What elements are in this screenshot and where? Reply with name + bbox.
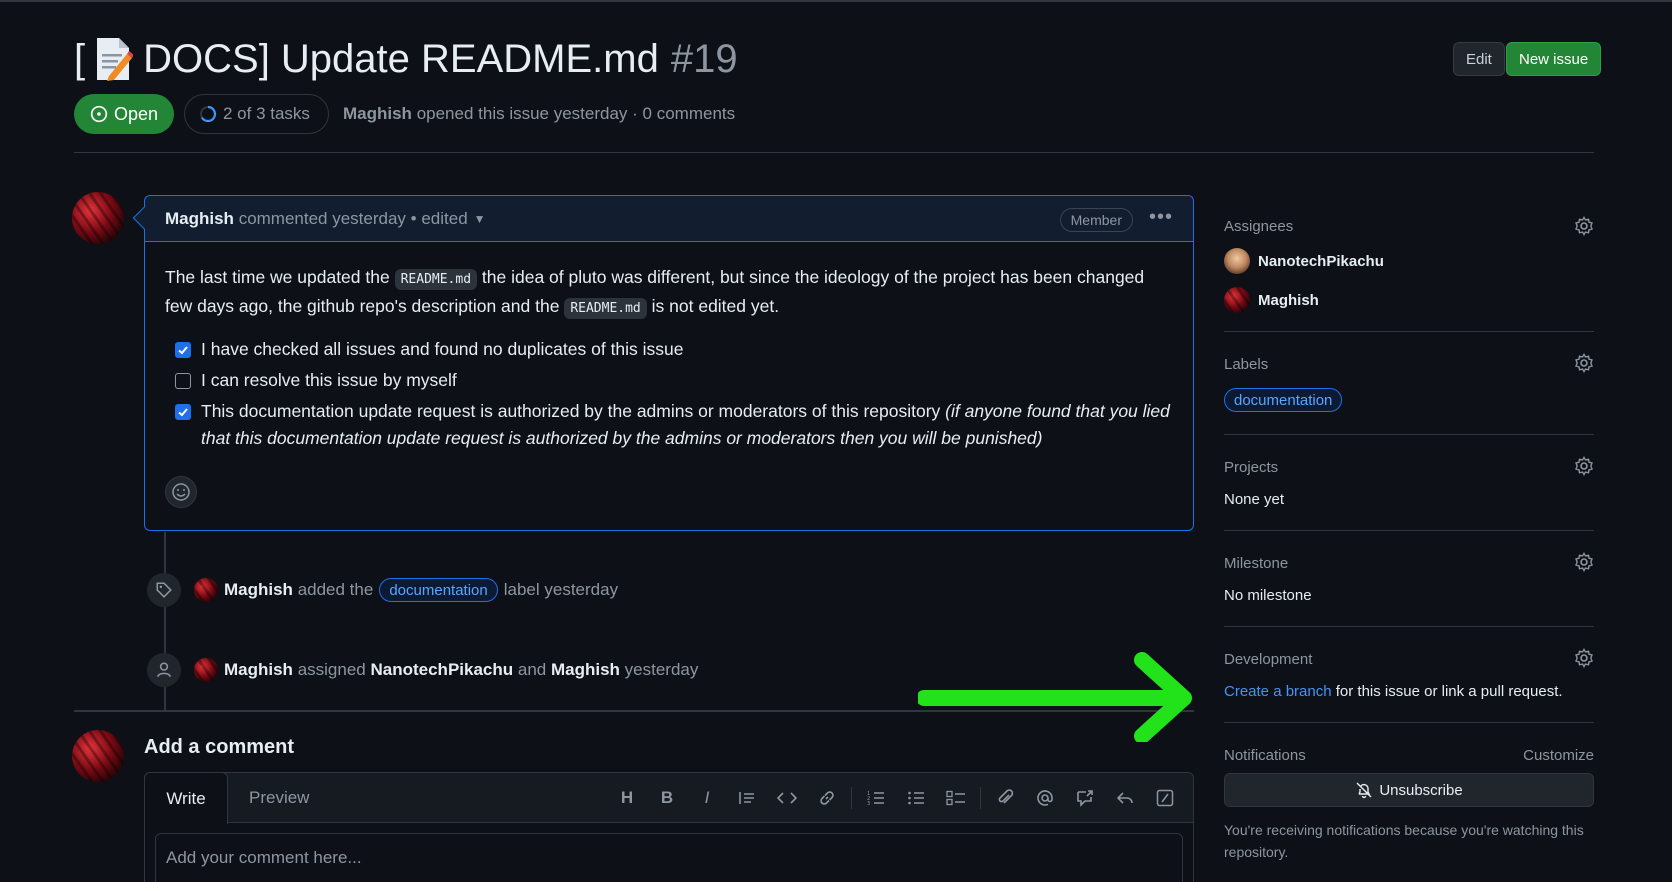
notifications-section: Notifications Customize Unsubscribe You'… (1224, 723, 1594, 882)
toolbar-divider (980, 787, 981, 809)
member-badge: Member (1059, 208, 1133, 232)
avatar (1224, 287, 1250, 313)
kebab-menu-icon[interactable]: ••• (1149, 206, 1173, 229)
reply-icon[interactable] (1105, 786, 1145, 810)
label-documentation[interactable]: documentation (1224, 388, 1343, 412)
milestone-value: No milestone (1224, 587, 1312, 604)
actor-link[interactable]: Maghish (224, 660, 293, 680)
development-section: Development Create a branch for this iss… (1224, 627, 1594, 723)
toolbar-divider (851, 787, 852, 809)
sidebar: Assignees NanotechPikachu Maghish Labels… (1224, 198, 1594, 882)
bell-slash-icon (1355, 781, 1373, 799)
labels-heading[interactable]: Labels (1224, 356, 1268, 373)
inline-code: README.md (394, 269, 478, 290)
projects-value: None yet (1224, 491, 1285, 508)
task-list: I have checked all issues and found no d… (165, 336, 1173, 452)
milestone-section: Milestone No milestone (1224, 531, 1594, 627)
memo-icon (93, 36, 134, 82)
assignee-link[interactable]: Maghish (551, 660, 620, 680)
unordered-list-icon[interactable] (896, 786, 936, 810)
avatar[interactable] (72, 730, 124, 782)
timeline-event-assigned: Maghish assigned NanotechPikachu and Mag… (224, 660, 699, 680)
ordered-list-icon[interactable]: 123 (856, 786, 896, 810)
progress-ring-icon (199, 105, 217, 123)
svg-text:3: 3 (867, 801, 870, 806)
assignee-item[interactable]: Maghish (1224, 287, 1319, 313)
label-documentation[interactable]: documentation (379, 578, 498, 602)
avatar[interactable] (72, 192, 124, 244)
add-reaction-icon[interactable] (165, 476, 197, 508)
task-item: This documentation update request is aut… (165, 398, 1173, 452)
task-checkbox-checked[interactable] (175, 342, 191, 358)
tasks-progress-badge[interactable]: 2 of 3 tasks (184, 94, 329, 134)
comment-author[interactable]: Maghish (165, 209, 234, 229)
annotation-arrow-icon (918, 650, 1198, 742)
header-divider (74, 152, 1594, 153)
code-icon[interactable] (767, 786, 807, 810)
task-item: I have checked all issues and found no d… (165, 336, 1173, 363)
development-text: Create a branch for this issue or link a… (1224, 683, 1563, 700)
quote-icon[interactable] (727, 786, 767, 810)
tab-write[interactable]: Write (144, 772, 228, 824)
new-issue-button[interactable]: New issue (1506, 42, 1602, 76)
gear-icon[interactable] (1574, 353, 1594, 373)
notifications-note: You're receiving notifications because y… (1224, 822, 1584, 860)
avatar[interactable] (194, 658, 218, 682)
projects-section: Projects None yet (1224, 435, 1594, 531)
avatar (1224, 248, 1250, 274)
timeline-event-labeled: Maghish added the documentation label ye… (224, 578, 618, 602)
actor-link[interactable]: Maghish (224, 580, 293, 600)
editor-tabs: Write Preview H B I 123 (144, 772, 1193, 824)
tag-icon (147, 573, 181, 607)
assignees-heading[interactable]: Assignees (1224, 218, 1293, 235)
tab-preview[interactable]: Preview (249, 773, 309, 823)
bold-icon[interactable]: B (647, 786, 687, 810)
avatar[interactable] (194, 578, 218, 602)
notifications-heading: Notifications (1224, 747, 1306, 764)
gear-icon[interactable] (1574, 456, 1594, 476)
customize-link[interactable]: Customize (1523, 747, 1594, 764)
edit-button[interactable]: Edit (1453, 42, 1505, 76)
gear-icon[interactable] (1574, 648, 1594, 668)
development-heading[interactable]: Development (1224, 651, 1312, 668)
issue-open-icon (90, 105, 108, 123)
person-icon (147, 653, 181, 687)
labels-section: Labels documentation (1224, 332, 1594, 435)
projects-heading[interactable]: Projects (1224, 459, 1278, 476)
assignee-item[interactable]: NanotechPikachu (1224, 248, 1384, 274)
comment-meta[interactable]: commented yesterday • edited (239, 209, 468, 229)
heading-icon[interactable]: H (607, 786, 647, 810)
slash-command-icon[interactable] (1145, 786, 1185, 810)
task-list-icon[interactable] (936, 786, 976, 810)
gear-icon[interactable] (1574, 216, 1594, 236)
comment-editor: Write Preview H B I 123 Add your comment… (144, 772, 1194, 882)
task-checkbox-unchecked[interactable] (175, 373, 191, 389)
mention-icon[interactable] (1025, 786, 1065, 810)
add-comment-heading: Add a comment (144, 736, 295, 758)
task-checkbox-checked[interactable] (175, 404, 191, 420)
state-badge-open: Open (74, 94, 174, 134)
cross-reference-icon[interactable] (1065, 786, 1105, 810)
assignee-link[interactable]: NanotechPikachu (370, 660, 513, 680)
issue-meta: Maghish opened this issue yesterday · 0 … (343, 104, 736, 123)
markdown-toolbar: H B I 123 (607, 786, 1185, 810)
comment-header: Maghish commented yesterday • edited ▼ M… (145, 196, 1193, 242)
italic-icon[interactable]: I (687, 786, 727, 810)
unsubscribe-button[interactable]: Unsubscribe (1224, 773, 1594, 807)
paperclip-icon[interactable] (985, 786, 1025, 810)
milestone-heading[interactable]: Milestone (1224, 555, 1288, 572)
create-branch-link[interactable]: Create a branch (1224, 683, 1332, 700)
chevron-down-icon[interactable]: ▼ (474, 212, 486, 226)
assignees-section: Assignees NanotechPikachu Maghish (1224, 198, 1594, 332)
gear-icon[interactable] (1574, 552, 1594, 572)
task-item: I can resolve this issue by myself (165, 367, 1173, 394)
link-icon[interactable] (807, 786, 847, 810)
inline-code: README.md (564, 298, 647, 319)
comment-textarea[interactable]: Add your comment here... (155, 833, 1183, 882)
issue-comment: Maghish commented yesterday • edited ▼ M… (132, 195, 1194, 531)
author-link[interactable]: Maghish (343, 104, 412, 123)
issue-title: [ DOCS] Update README.md #19 (74, 36, 738, 82)
comment-body: The last time we updated the README.md t… (145, 242, 1193, 452)
